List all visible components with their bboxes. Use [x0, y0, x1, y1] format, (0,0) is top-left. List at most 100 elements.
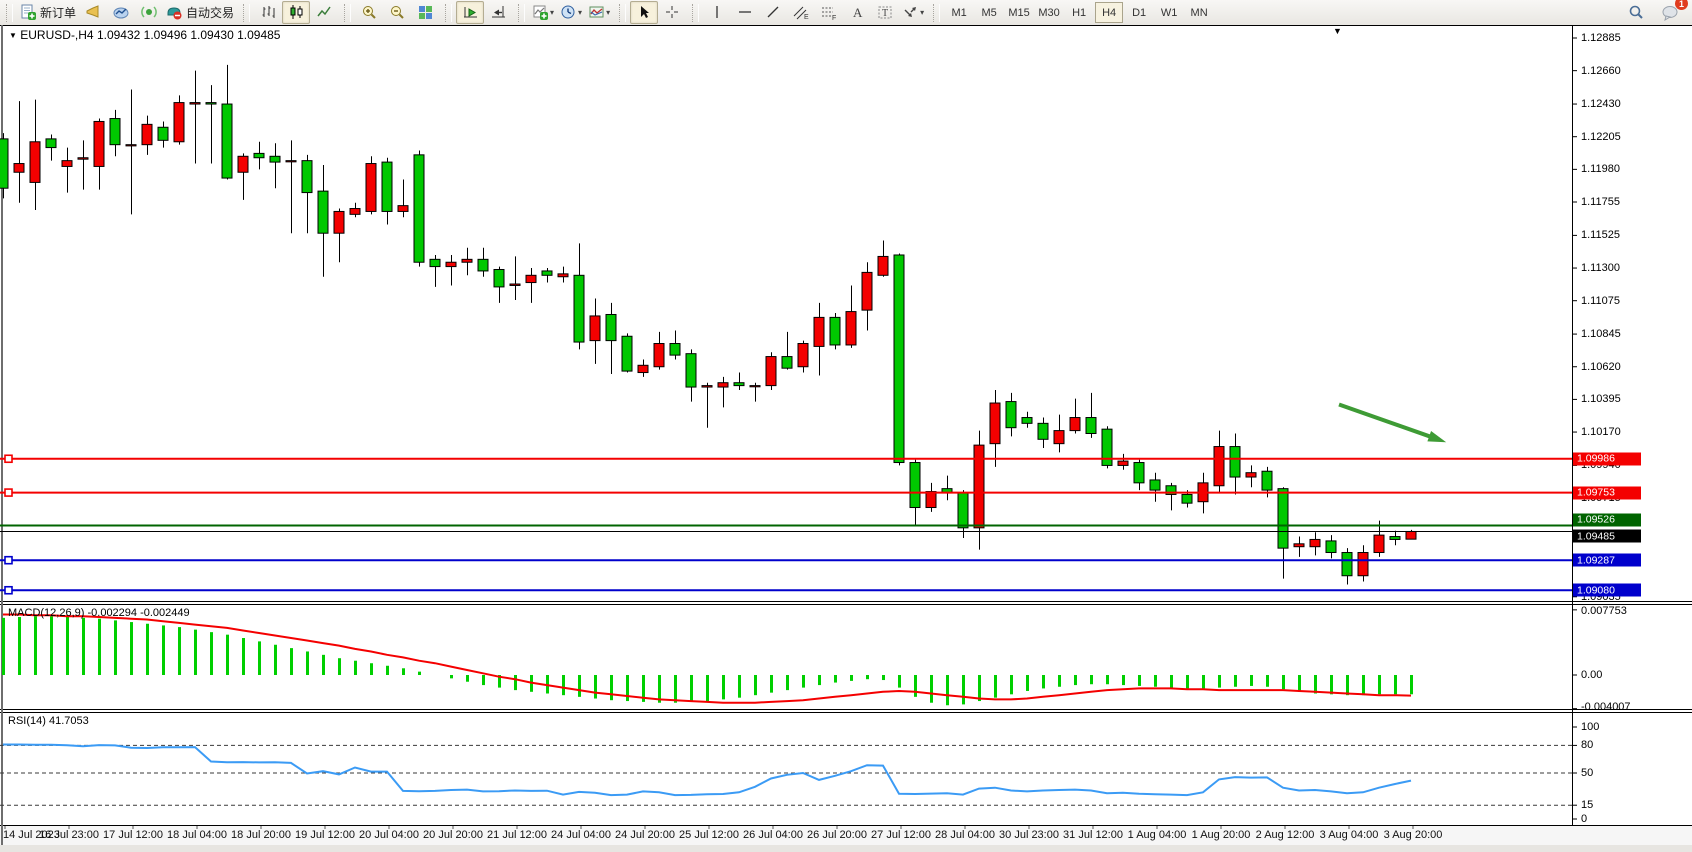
timeframe-button-H1[interactable]: H1 — [1065, 2, 1093, 23]
rsi-axis-tick: 80 — [1581, 739, 1593, 751]
candle-body — [1006, 402, 1016, 428]
trend-arrow — [1339, 404, 1433, 437]
candle-body — [414, 155, 424, 262]
signal-button[interactable] — [135, 1, 163, 24]
candle-body — [766, 357, 776, 386]
candle-body — [622, 336, 632, 371]
zoom-in-button[interactable] — [355, 1, 383, 24]
rsi-axis-tick: 15 — [1581, 799, 1593, 811]
candle-body — [654, 344, 664, 367]
price-axis-tick: 1.12205 — [1581, 131, 1621, 143]
candle-body — [670, 344, 680, 356]
candle-body — [894, 255, 904, 463]
timeframe-button-M5[interactable]: M5 — [975, 2, 1003, 23]
timeframe-button-M1[interactable]: M1 — [945, 2, 973, 23]
chart-ohlc-values: 1.09432 1.09496 1.09430 1.09485 — [97, 28, 281, 42]
add-indicator-button[interactable]: ▾ — [529, 1, 557, 24]
candle-body — [462, 259, 472, 262]
tile-windows-button[interactable] — [411, 1, 439, 24]
macd-values: -0.002294 -0.002449 — [87, 607, 189, 619]
new-order-button[interactable]: 新订单 — [17, 1, 79, 24]
candle-body — [334, 211, 344, 233]
auto-scroll-button[interactable] — [456, 1, 484, 24]
candle-body — [510, 284, 520, 285]
new-order-label: 新订单 — [40, 4, 76, 21]
zoom-out-button[interactable] — [383, 1, 411, 24]
alerts-button[interactable] — [79, 1, 107, 24]
text-label-button[interactable]: T — [871, 1, 899, 24]
tile-windows-icon — [417, 4, 434, 21]
templates-button[interactable]: ▾ — [585, 1, 613, 24]
toolbar-group-timeframes: M1M5M15M30H1H4D1W1MN — [927, 1, 1214, 25]
chart-canvas[interactable] — [0, 25, 1692, 852]
auto-trading-button[interactable]: 自动交易 — [163, 1, 237, 24]
trendline-button[interactable] — [759, 1, 787, 24]
candle-body — [94, 121, 104, 166]
toolbar-grip — [518, 4, 525, 22]
chat-badge: 1 — [1675, 0, 1688, 10]
candle-body — [702, 386, 712, 387]
toolbar-group-chart-type — [237, 1, 338, 25]
candle-body — [862, 272, 872, 310]
line-chart-button[interactable] — [310, 1, 338, 24]
timeframe-button-H4[interactable]: H4 — [1095, 2, 1123, 23]
candle-body — [830, 317, 840, 345]
publisher-button[interactable] — [107, 1, 135, 24]
candle-body — [1054, 431, 1064, 444]
toolbar-group-pointer — [613, 1, 686, 25]
collapse-triangle-icon[interactable]: ▼ — [9, 31, 17, 40]
chart-shift-icon — [490, 4, 507, 21]
candle-body — [1182, 494, 1192, 503]
candle-body — [0, 139, 8, 188]
chat-button[interactable]: 1 — [1656, 1, 1684, 24]
price-axis-tick: 1.10170 — [1581, 426, 1621, 438]
equidistant-channel-button[interactable]: E — [787, 1, 815, 24]
vertical-line-icon — [709, 4, 726, 21]
toolbar-grip — [344, 4, 351, 22]
bar-chart-button[interactable] — [254, 1, 282, 24]
timeframe-button-M30[interactable]: M30 — [1035, 2, 1063, 23]
timeframe-button-MN[interactable]: MN — [1185, 2, 1213, 23]
timeframe-button-M15[interactable]: M15 — [1005, 2, 1033, 23]
macd-name: MACD(12,26,9) — [8, 607, 84, 619]
current-price-tag: 1.09485 — [1573, 530, 1641, 543]
timeframe-button-W1[interactable]: W1 — [1155, 2, 1183, 23]
candle-body — [782, 357, 792, 369]
price-axis-tick: 1.12885 — [1581, 32, 1621, 44]
candle-body — [446, 262, 456, 266]
candle-body — [542, 271, 552, 275]
new-order-icon — [20, 4, 37, 21]
level-line-handle — [5, 557, 12, 564]
arrow-objects-button[interactable]: ▾ — [899, 1, 927, 24]
chart-shift-marker-icon[interactable]: ▼ — [1333, 26, 1342, 36]
vertical-line-button[interactable] — [703, 1, 731, 24]
candle-body — [750, 386, 760, 387]
cursor-button[interactable] — [630, 1, 658, 24]
candle-body — [174, 103, 184, 142]
timeframe-button-D1[interactable]: D1 — [1125, 2, 1153, 23]
candle-body — [814, 317, 824, 346]
text-button[interactable]: A — [843, 1, 871, 24]
chart-shift-button[interactable] — [484, 1, 512, 24]
chart-window[interactable]: 14 Jul 202316 Jul 23:0017 Jul 12:0018 Ju… — [0, 25, 1692, 852]
toolbar-group-objects: E F A T ▾ — [686, 1, 927, 25]
price-axis-tick: 1.12430 — [1581, 98, 1621, 110]
price-axis-tick: 1.11755 — [1581, 196, 1620, 208]
periods-button[interactable]: ▾ — [557, 1, 585, 24]
price-axis-tick: 1.10620 — [1581, 361, 1621, 373]
chart-title: ▼ EURUSD-,H4 1.09432 1.09496 1.09430 1.0… — [9, 28, 280, 42]
svg-text:A: A — [853, 5, 863, 20]
price-axis-tick: 1.11980 — [1581, 163, 1620, 175]
candle-body — [62, 161, 72, 167]
horizontal-line-button[interactable] — [731, 1, 759, 24]
crosshair-button[interactable] — [658, 1, 686, 24]
fibonacci-button[interactable]: F — [815, 1, 843, 24]
cursor-icon — [636, 4, 653, 21]
candle-body — [286, 161, 296, 162]
search-button[interactable] — [1622, 1, 1650, 24]
dropdown-caret-icon: ▾ — [606, 8, 610, 17]
candlestick-chart-button[interactable] — [282, 1, 310, 24]
signal-icon — [141, 4, 158, 21]
candle-body — [430, 259, 440, 266]
text-label-icon: T — [877, 4, 894, 21]
